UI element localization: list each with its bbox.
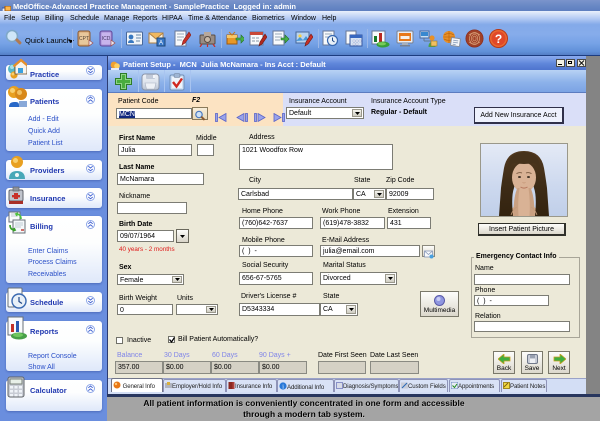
svg-text:A: A xyxy=(159,41,163,47)
svg-text:ICD: ICD xyxy=(102,36,111,42)
svg-text:CPT: CPT xyxy=(79,36,89,42)
svg-text:?: ? xyxy=(495,32,502,46)
